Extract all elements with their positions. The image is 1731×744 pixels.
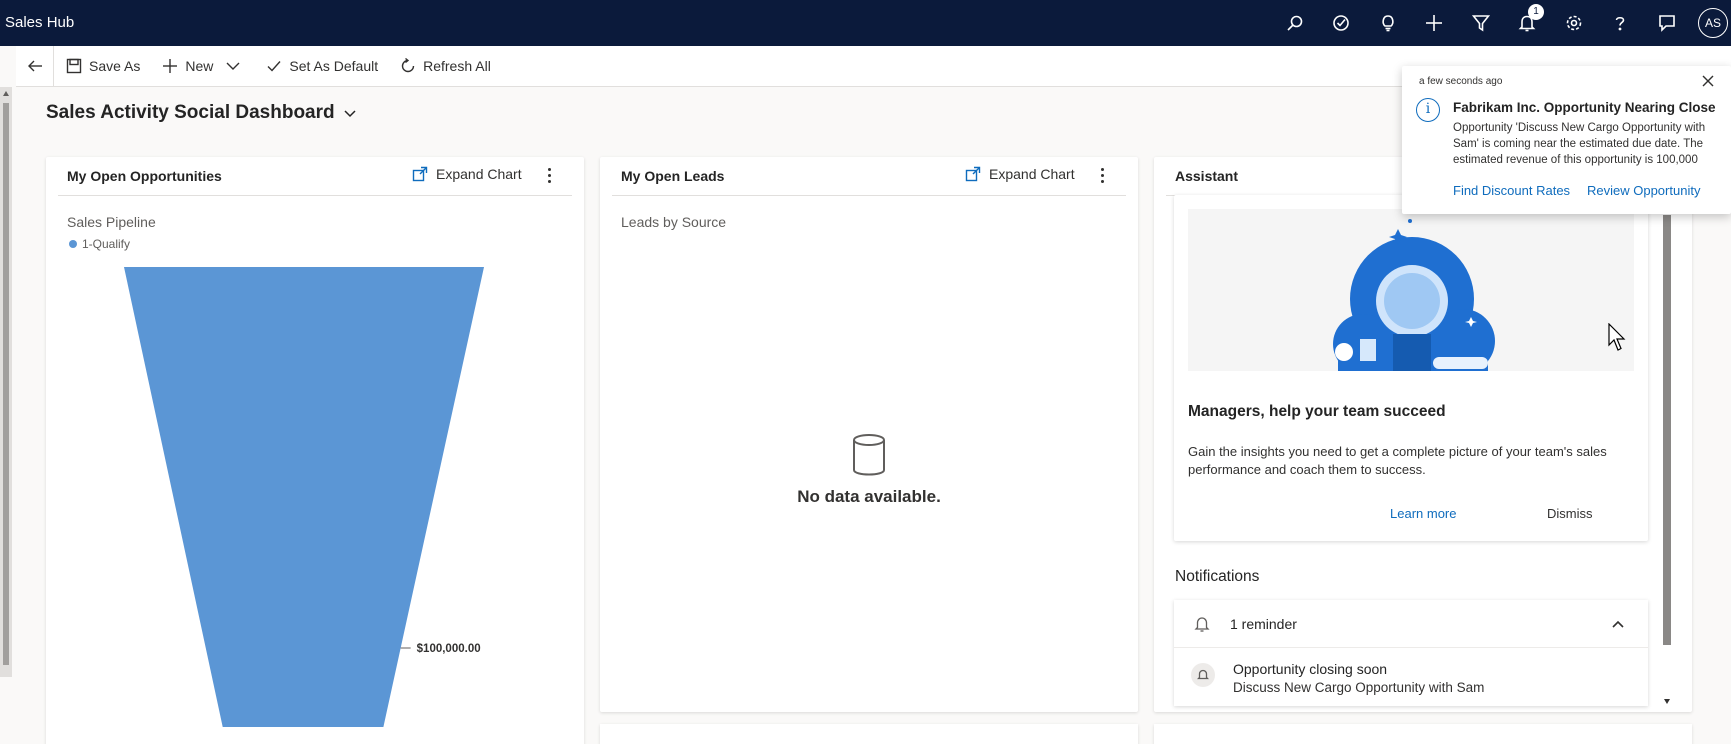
lightbulb-icon[interactable]: [1365, 0, 1412, 46]
assistant-insight-card: Managers, help your team succeed Gain th…: [1174, 195, 1648, 541]
notification-item[interactable]: Opportunity closing soon Discuss New Car…: [1174, 649, 1648, 706]
save-icon: [66, 58, 82, 74]
scrollbar-thumb[interactable]: [3, 103, 9, 665]
scroll-down-arrow[interactable]: [1664, 699, 1670, 704]
dismiss-button[interactable]: Dismiss: [1547, 506, 1593, 521]
notifications-heading: Notifications: [1175, 568, 1260, 585]
plus-icon: [163, 59, 178, 73]
back-arrow-icon: [27, 60, 42, 72]
target-icon[interactable]: [1318, 0, 1365, 46]
more-options-button[interactable]: [1092, 165, 1112, 185]
empty-state: No data available.: [600, 433, 1138, 507]
toast-body: Opportunity 'Discuss New Cargo Opportuni…: [1453, 122, 1706, 166]
chevron-down-icon: [344, 110, 356, 118]
notification-count-badge: 1: [1528, 4, 1544, 20]
funnel-data-label: $100,000.00: [417, 643, 481, 655]
plus-icon[interactable]: [1411, 0, 1458, 46]
scrollbar-thumb[interactable]: [1663, 215, 1671, 645]
avatar[interactable]: AS: [1698, 8, 1728, 38]
chart-title: Leads by Source: [621, 214, 727, 230]
assistant-heading: Managers, help your team succeed: [1188, 403, 1446, 420]
toast-notification: a few seconds ago i Fabrikam Inc. Opport…: [1402, 66, 1731, 214]
save-as-button[interactable]: Save As: [66, 46, 140, 87]
expand-chart-button[interactable]: Expand Chart: [965, 166, 1075, 182]
scroll-up-arrow[interactable]: [3, 91, 9, 96]
app-title[interactable]: Sales Hub: [5, 14, 74, 31]
new-button[interactable]: New: [162, 46, 213, 87]
partial-card: [1154, 724, 1692, 744]
new-dropdown-button[interactable]: [225, 46, 248, 87]
refresh-all-label: Refresh All: [423, 58, 491, 74]
close-icon[interactable]: [1701, 74, 1715, 88]
set-as-default-label: Set As Default: [289, 58, 379, 74]
card-title: My Open Leads: [621, 168, 725, 184]
opportunities-card: My Open Opportunities Expand Chart Sales…: [46, 157, 584, 744]
refresh-icon: [401, 58, 415, 73]
divider: [612, 195, 1126, 196]
toast-timestamp: a few seconds ago: [1419, 76, 1503, 87]
leads-card: My Open Leads Expand Chart Leads by Sour…: [600, 157, 1138, 712]
set-as-default-button[interactable]: Set As Default: [266, 46, 378, 87]
notification-title: Opportunity closing soon: [1233, 661, 1388, 677]
chart-legend: 1-Qualify: [69, 237, 130, 251]
partial-card: [600, 724, 1138, 744]
toast-title: Fabrikam Inc. Opportunity Nearing Close: [1453, 100, 1716, 115]
gear-icon[interactable]: [1551, 0, 1598, 46]
search-icon[interactable]: [1272, 0, 1319, 46]
dashboard-title: Sales Activity Social Dashboard: [46, 102, 335, 123]
funnel-segment[interactable]: [124, 267, 484, 727]
chevron-up-icon[interactable]: [1610, 616, 1626, 632]
chart-title: Sales Pipeline: [67, 214, 156, 230]
help-icon[interactable]: [1597, 0, 1644, 46]
dashboard-selector[interactable]: Sales Activity Social Dashboard: [46, 102, 357, 124]
mouse-cursor: [1608, 323, 1626, 351]
card-title: My Open Opportunities: [67, 168, 222, 184]
reminder-group-header[interactable]: 1 reminder: [1174, 600, 1648, 648]
review-opportunity-link[interactable]: Review Opportunity: [1587, 183, 1700, 198]
new-label: New: [185, 58, 214, 74]
expand-icon: [412, 166, 428, 182]
assistant-illustration: [1188, 209, 1634, 371]
expand-chart-label: Expand Chart: [989, 166, 1075, 182]
more-options-button[interactable]: [539, 165, 559, 185]
assistant-body: Gain the insights you need to get a comp…: [1188, 444, 1607, 477]
top-icon-group: 1 AS: [1272, 0, 1731, 46]
chevron-down-icon: [226, 62, 240, 70]
page-scrollbar[interactable]: [0, 87, 12, 677]
card-title: Assistant: [1175, 168, 1239, 184]
bell-icon: [1194, 616, 1210, 632]
back-button[interactable]: [16, 45, 54, 87]
info-icon: i: [1416, 98, 1440, 122]
notification-body: Discuss New Cargo Opportunity with Sam: [1233, 680, 1485, 695]
refresh-all-button[interactable]: Refresh All: [400, 46, 491, 87]
notification-group: 1 reminder Opportunity closing soon Disc…: [1174, 600, 1648, 706]
funnel-chart: $100,000.00: [124, 267, 484, 727]
divider: [58, 195, 572, 196]
chat-icon[interactable]: [1644, 0, 1691, 46]
reminder-count: 1 reminder: [1230, 615, 1297, 632]
legend-swatch: [69, 240, 77, 248]
no-data-message: No data available.: [797, 487, 941, 506]
bell-icon: [1191, 663, 1215, 687]
expand-chart-label: Expand Chart: [436, 166, 522, 182]
learn-more-link[interactable]: Learn more: [1390, 506, 1456, 521]
bell-icon[interactable]: 1: [1504, 0, 1551, 46]
expand-chart-button[interactable]: Expand Chart: [412, 166, 522, 182]
database-icon: [853, 434, 885, 476]
expand-icon: [965, 166, 981, 182]
filter-icon[interactable]: [1458, 0, 1505, 46]
top-navigation-bar: Sales Hub 1 AS: [0, 0, 1731, 46]
assistant-scrollbar[interactable]: [1660, 195, 1674, 713]
checkmark-icon: [267, 61, 281, 72]
legend-label: 1-Qualify: [82, 237, 131, 251]
save-as-label: Save As: [89, 58, 141, 74]
find-discount-rates-link[interactable]: Find Discount Rates: [1453, 183, 1570, 198]
